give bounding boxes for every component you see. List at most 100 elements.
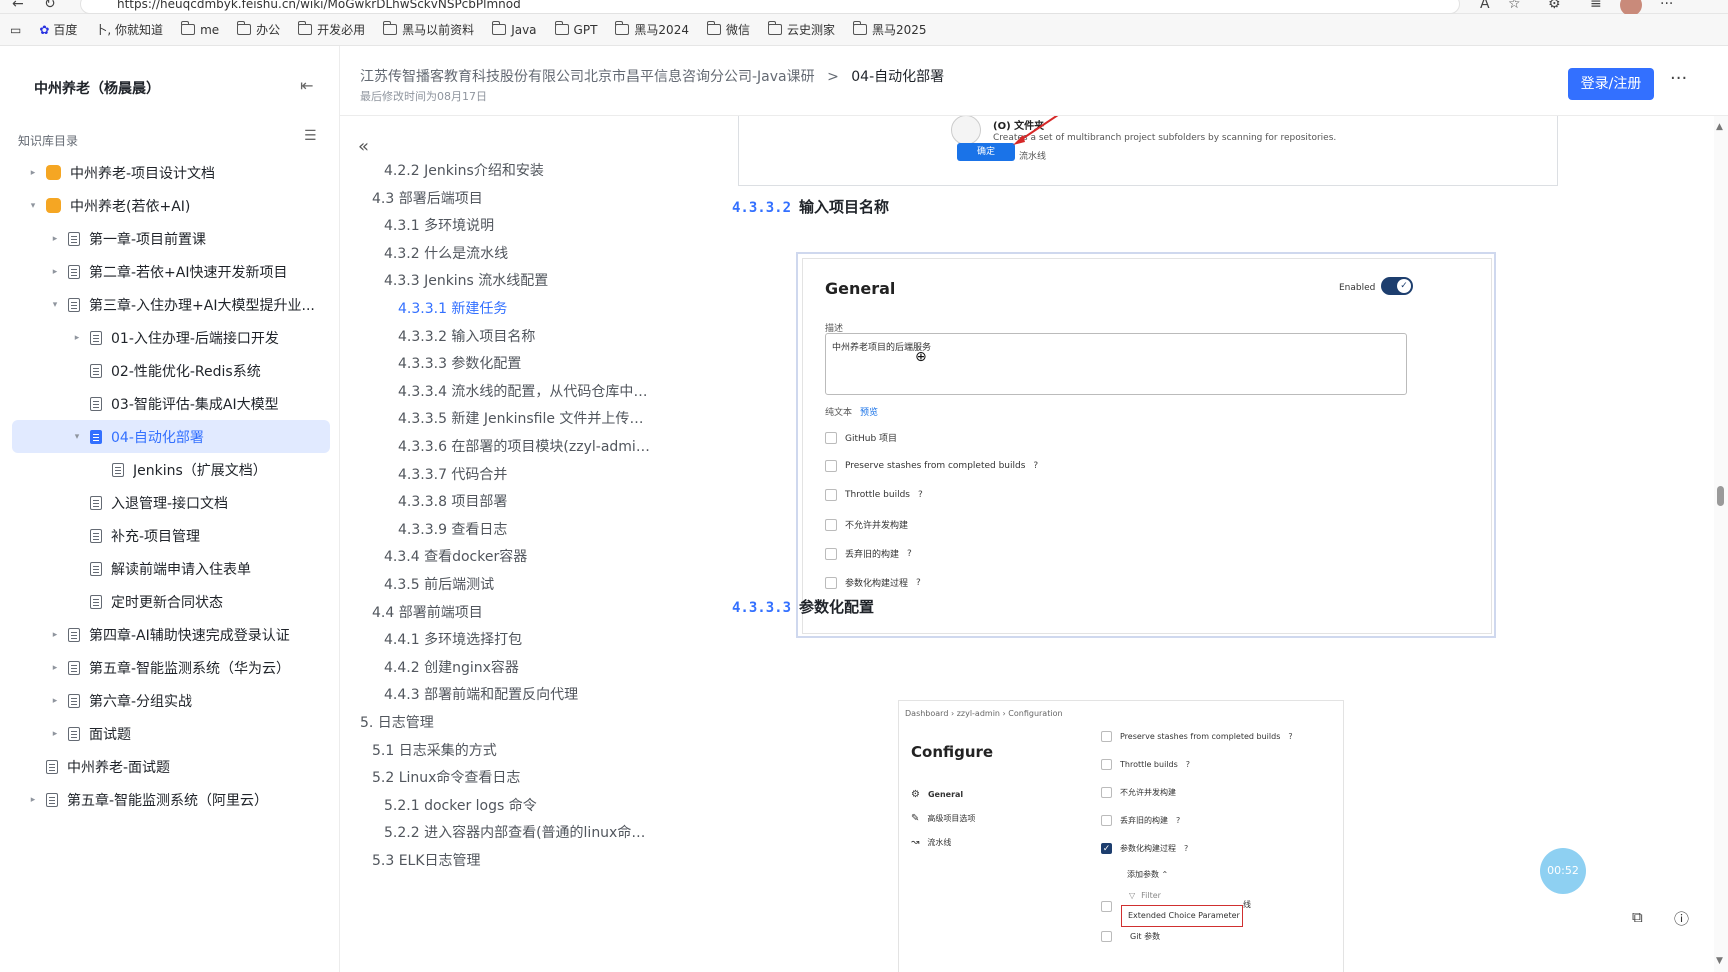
caret-right-icon[interactable]: ▸ bbox=[48, 234, 62, 244]
sidebar-tree-item[interactable]: 入退管理-接口文档 bbox=[12, 486, 330, 519]
outline-item[interactable]: 5.2 Linux命令查看日志 bbox=[372, 767, 520, 787]
bookmarks-toggle-icon[interactable]: ▭ bbox=[10, 23, 21, 37]
sidebar-tree-item[interactable]: ▸ 第五章-智能监测系统（阿里云） bbox=[12, 783, 330, 816]
outline-item[interactable]: 4.3.4 查看docker容器 bbox=[384, 546, 527, 566]
outline-collapse-icon[interactable]: « bbox=[358, 136, 369, 157]
caret-down-icon[interactable]: ▾ bbox=[48, 300, 62, 310]
outline-item[interactable]: 4.4.1 多环境选择打包 bbox=[384, 629, 522, 649]
outline-item[interactable]: 4.3.3.1 新建任务 bbox=[398, 298, 507, 318]
back-icon[interactable]: ← bbox=[12, 0, 24, 12]
checkbox bbox=[1101, 901, 1112, 912]
bookmark-item[interactable]: ✿ 百度 bbox=[39, 21, 77, 38]
help-icon[interactable]: ⓘ bbox=[1674, 908, 1689, 929]
bookmark-folder[interactable]: me bbox=[181, 21, 219, 37]
scroll-down-icon[interactable]: ▼ bbox=[1716, 956, 1723, 966]
outline-item[interactable]: 4.3.3.8 项目部署 bbox=[398, 491, 507, 511]
sidebar-tree-item[interactable]: Jenkins（扩展文档） bbox=[12, 453, 330, 486]
caret-right-icon[interactable]: ▸ bbox=[48, 630, 62, 640]
outline-item[interactable]: 5.2.1 docker logs 命令 bbox=[384, 795, 537, 815]
favorite-star-icon[interactable]: ☆ bbox=[1508, 0, 1521, 12]
sidebar-tree-item[interactable]: 03-智能评估-集成AI大模型 bbox=[12, 387, 330, 420]
collections-icon[interactable]: ≡ bbox=[1590, 0, 1602, 12]
sidebar-tree-item[interactable]: 补充-项目管理 bbox=[12, 519, 330, 552]
caret-right-icon[interactable]: ▸ bbox=[48, 663, 62, 673]
outline-item[interactable]: 4.3.3 Jenkins 流水线配置 bbox=[384, 270, 548, 290]
sidebar-tree-item[interactable]: ▸ 面试题 bbox=[12, 717, 330, 750]
outline-item[interactable]: 5.1 日志采集的方式 bbox=[372, 740, 497, 760]
screenshot-configure[interactable]: Dashboard › zzyl-admin › Configuration C… bbox=[898, 700, 1344, 972]
caret-right-icon[interactable]: ▸ bbox=[48, 696, 62, 706]
sidebar-tree-item[interactable]: ▸ 第四章-AI辅助快速完成登录认证 bbox=[12, 618, 330, 651]
sidebar-tree-item[interactable]: ▾ 中州养老(若依+AI) bbox=[12, 189, 330, 222]
address-bar[interactable]: https://heuqcdmbyk.feishu.cn/wiki/MoGwkr… bbox=[80, 0, 1460, 14]
browser-menu-icon[interactable]: ··· bbox=[1660, 0, 1673, 12]
outline-item[interactable]: 4.3.3.4 流水线的配置，从代码仓库中读... bbox=[398, 381, 652, 401]
outline-item[interactable]: 4.3.3.3 参数化配置 bbox=[398, 353, 521, 373]
bookmark-folder[interactable]: Java bbox=[492, 21, 537, 37]
tree-item-label: 中州养老-项目设计文档 bbox=[70, 165, 216, 182]
sidebar-tree-item[interactable]: 02-性能优化-Redis系统 bbox=[12, 354, 330, 387]
recording-timer[interactable]: 00:52 bbox=[1540, 848, 1586, 894]
more-icon[interactable]: ··· bbox=[1670, 68, 1687, 89]
scrollbar[interactable]: ▲ ▼ bbox=[1714, 116, 1728, 972]
outline-item[interactable]: 4.3.3.7 代码合并 bbox=[398, 464, 507, 484]
sidebar-tree-item[interactable]: 解读前端申请入住表单 bbox=[12, 552, 330, 585]
outline-item[interactable]: 4.3.3.9 查看日志 bbox=[398, 519, 507, 539]
read-aloud-icon[interactable]: A bbox=[1480, 0, 1490, 12]
bookmark-folder[interactable]: GPT bbox=[554, 21, 597, 37]
breadcrumb-current[interactable]: 04-自动化部署 bbox=[851, 69, 944, 85]
bookmark-folder[interactable]: 黑马2025 bbox=[853, 21, 927, 38]
sidebar-tree-item[interactable]: 定时更新合同状态 bbox=[12, 585, 330, 618]
outline-item[interactable]: 5.2.2 进入容器内部查看(普通的linux命令... bbox=[384, 822, 652, 842]
extensions-icon[interactable]: ⚙ bbox=[1548, 0, 1561, 12]
outline-item[interactable]: 4.3.3.6 在部署的项目模块(zzyl-admin)... bbox=[398, 436, 652, 456]
sidebar-tree-item[interactable]: 中州养老-面试题 bbox=[12, 750, 330, 783]
outline-item[interactable]: 4.2.2 Jenkins介绍和安装 bbox=[384, 160, 544, 180]
outline-item[interactable]: 5. 日志管理 bbox=[360, 712, 434, 732]
sidebar-tree-item[interactable]: ▸ 第二章-若依+AI快速开发新项目 bbox=[12, 255, 330, 288]
sidebar-tree-item[interactable]: ▸ 第五章-智能监测系统（华为云） bbox=[12, 651, 330, 684]
scrollbar-thumb[interactable] bbox=[1717, 486, 1724, 506]
caret-right-icon[interactable]: ▸ bbox=[26, 795, 40, 805]
reload-icon[interactable]: ↻ bbox=[44, 0, 56, 12]
sidebar-tree-item[interactable]: ▾ 第三章-入住办理+AI大模型提升业... bbox=[12, 288, 330, 321]
caret-right-icon[interactable]: ▸ bbox=[48, 729, 62, 739]
breadcrumb-parent[interactable]: 江苏传智播客教育科技股份有限公司北京市昌平信息咨询分公司-Java课研 bbox=[360, 69, 815, 85]
login-button[interactable]: 登录/注册 bbox=[1568, 68, 1654, 100]
copy-icon[interactable]: ⧉ bbox=[1632, 908, 1643, 926]
outline-item[interactable]: 5.3 ELK日志管理 bbox=[372, 850, 481, 870]
bookmark-folder[interactable]: 黑马2024 bbox=[615, 21, 689, 38]
caret-down-icon[interactable]: ▾ bbox=[26, 201, 40, 211]
bookmark-folder[interactable]: 云史测家 bbox=[767, 21, 835, 38]
caret-right-icon[interactable]: ▸ bbox=[48, 267, 62, 277]
outline-item[interactable]: 4.3.5 前后端测试 bbox=[384, 574, 494, 594]
checkbox bbox=[825, 547, 837, 560]
collapse-sidebar-icon[interactable]: ⇤ bbox=[300, 76, 313, 95]
outline-item[interactable]: 4.4.3 部署前端和配置反向代理 bbox=[384, 684, 578, 704]
sidebar-tree-item[interactable]: ▸ 01-入住办理-后端接口开发 bbox=[12, 321, 330, 354]
sidebar-tree-item[interactable]: ▸ 第一章-项目前置课 bbox=[12, 222, 330, 255]
outline-item[interactable]: 4.3.3.2 输入项目名称 bbox=[398, 326, 535, 346]
outline-item[interactable]: 4.4 部署前端项目 bbox=[372, 602, 483, 622]
scroll-up-icon[interactable]: ▲ bbox=[1716, 122, 1723, 132]
caret-right-icon[interactable]: ▸ bbox=[70, 333, 84, 343]
outline-item[interactable]: 4.4.2 创建nginx容器 bbox=[384, 657, 519, 677]
bookmark-folder[interactable]: 办公 bbox=[237, 21, 280, 38]
caret-down-icon[interactable]: ▾ bbox=[70, 432, 84, 442]
sidebar-tree-item[interactable]: ▾ 04-自动化部署 bbox=[12, 420, 330, 453]
sidebar-tree-item[interactable]: ▸ 中州养老-项目设计文档 bbox=[12, 156, 330, 189]
bookmark-folder[interactable]: 开发必用 bbox=[298, 21, 365, 38]
bookmark-folder[interactable]: 黑马以前资料 bbox=[383, 21, 474, 38]
bookmark-item[interactable]: 卜, 你就知道 bbox=[95, 21, 163, 38]
outline-item[interactable]: 4.3 部署后端项目 bbox=[372, 188, 483, 208]
screenshot-general[interactable]: General Enabled ✓ 描述 中州养老项目的后端服务 ⊕ 纯文本 预览… bbox=[796, 252, 1496, 638]
sidebar-tree-item[interactable]: ▸ 第六章-分组实战 bbox=[12, 684, 330, 717]
tree-item-label: 04-自动化部署 bbox=[111, 429, 204, 446]
caret-right-icon[interactable]: ▸ bbox=[26, 168, 40, 178]
outline-item[interactable]: 4.3.3.5 新建 Jenkinsfile 文件并上传到... bbox=[398, 408, 652, 428]
tree-options-icon[interactable]: ☰ bbox=[304, 128, 317, 144]
bookmark-folder[interactable]: 微信 bbox=[706, 21, 750, 38]
outline-item[interactable]: 4.3.2 什么是流水线 bbox=[384, 243, 508, 263]
help-icon: ? bbox=[907, 548, 912, 559]
outline-item[interactable]: 4.3.1 多环境说明 bbox=[384, 215, 494, 235]
